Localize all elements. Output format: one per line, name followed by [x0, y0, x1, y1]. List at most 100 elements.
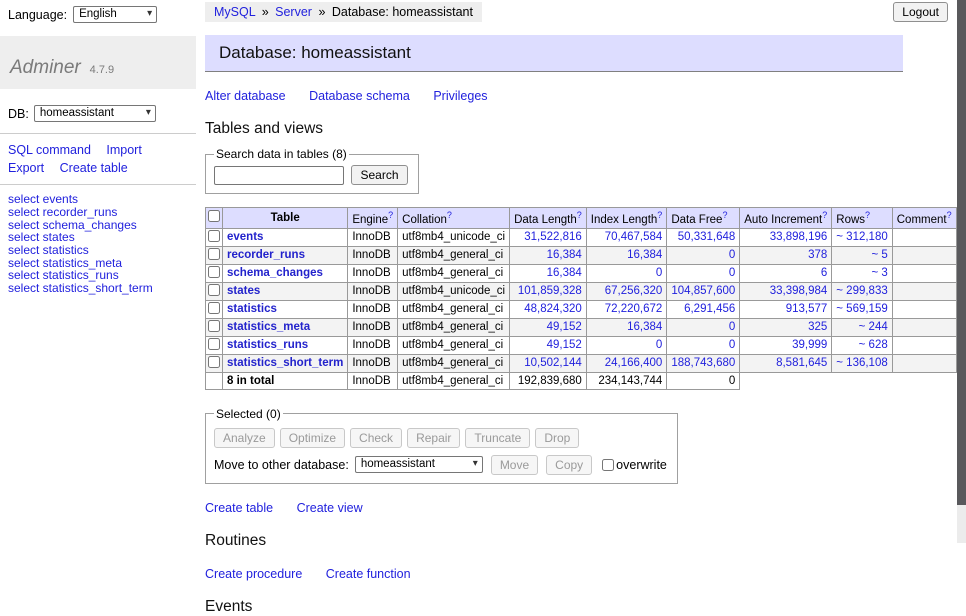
hint-link[interactable]: ? [822, 210, 827, 220]
data-free-link[interactable]: 0 [729, 249, 735, 261]
copy-button[interactable]: Copy [546, 455, 592, 475]
auto-increment-link[interactable]: 33,898,196 [770, 231, 828, 243]
analyze-button[interactable]: Analyze [214, 428, 275, 448]
rows-link[interactable]: ~ 299,833 [836, 285, 887, 297]
data-length-link[interactable]: 16,384 [547, 249, 582, 261]
data-free-link[interactable]: 0 [729, 321, 735, 333]
export-link[interactable]: Export [8, 161, 44, 175]
rows-link[interactable]: ~ 312,180 [836, 231, 887, 243]
data-length-link[interactable]: 49,152 [547, 339, 582, 351]
table-name-link[interactable]: events [227, 231, 263, 243]
sidebar-table-select-link[interactable]: select statistics_short_term [8, 282, 188, 295]
scrollbar-thumb[interactable] [957, 0, 966, 505]
selected-fieldset: Selected (0) AnalyzeOptimizeCheckRepairT… [205, 407, 678, 484]
data-length-link[interactable]: 49,152 [547, 321, 582, 333]
hint-link[interactable]: ? [722, 210, 727, 220]
auto-increment-link[interactable]: 39,999 [792, 339, 827, 351]
row-checkbox[interactable] [208, 320, 220, 332]
table-name-link[interactable]: states [227, 285, 260, 297]
table-name-link[interactable]: recorder_runs [227, 249, 305, 261]
index-length-link[interactable]: 0 [656, 267, 662, 279]
overwrite-checkbox[interactable] [602, 459, 614, 471]
table-name-link[interactable]: statistics [227, 303, 277, 315]
hint-link[interactable]: ? [865, 210, 870, 220]
table-name-link[interactable]: statistics_meta [227, 321, 310, 333]
auto-increment-link[interactable]: 913,577 [786, 303, 828, 315]
import-link[interactable]: Import [106, 143, 141, 157]
data-length-link[interactable]: 101,859,328 [518, 285, 582, 297]
create-view-link[interactable]: Create view [297, 501, 363, 515]
db-select[interactable]: homeassistant ▾ [34, 105, 156, 122]
hint-link[interactable]: ? [657, 210, 662, 220]
index-length-link[interactable]: 16,384 [627, 321, 662, 333]
privileges-link[interactable]: Privileges [433, 89, 487, 103]
index-length-link[interactable]: 24,166,400 [605, 357, 663, 369]
data-free-link[interactable]: 188,743,680 [671, 357, 735, 369]
column-header-comment: Comment? [892, 208, 956, 229]
move-database-select[interactable]: homeassistant ▾ [355, 456, 483, 473]
create-table-link[interactable]: Create table [205, 501, 273, 515]
data-length-link[interactable]: 10,502,144 [524, 357, 582, 369]
auto-increment-link[interactable]: 6 [821, 267, 827, 279]
hint-link[interactable]: ? [577, 210, 582, 220]
data-free-link[interactable]: 104,857,600 [671, 285, 735, 297]
logout-button[interactable]: Logout [893, 2, 948, 22]
create-table-link[interactable]: Create table [60, 161, 128, 175]
drop-button[interactable]: Drop [535, 428, 579, 448]
row-checkbox[interactable] [208, 284, 220, 296]
sidebar-table-select-link[interactable]: select recorder_runs [8, 206, 188, 219]
rows-link[interactable]: ~ 569,159 [836, 303, 887, 315]
rows-link[interactable]: ~ 5 [871, 249, 887, 261]
optimize-button[interactable]: Optimize [280, 428, 345, 448]
index-length-link[interactable]: 16,384 [627, 249, 662, 261]
select-all-checkbox[interactable] [208, 210, 220, 222]
row-checkbox[interactable] [208, 266, 220, 278]
auto-increment-link[interactable]: 325 [808, 321, 827, 333]
index-length-link[interactable]: 67,256,320 [605, 285, 663, 297]
hint-link[interactable]: ? [947, 210, 952, 220]
database-schema-link[interactable]: Database schema [309, 89, 410, 103]
language-select[interactable]: English ▾ [73, 6, 157, 23]
breadcrumb-mysql-link[interactable]: MySQL [214, 5, 255, 19]
data-length-link[interactable]: 16,384 [547, 267, 582, 279]
auto-increment-link[interactable]: 33,398,984 [770, 285, 828, 297]
alter-database-link[interactable]: Alter database [205, 89, 286, 103]
hint-link[interactable]: ? [447, 210, 452, 220]
data-length-link[interactable]: 31,522,816 [524, 231, 582, 243]
data-free-link[interactable]: 6,291,456 [684, 303, 735, 315]
create-procedure-link[interactable]: Create procedure [205, 567, 302, 581]
repair-button[interactable]: Repair [407, 428, 460, 448]
search-input[interactable] [214, 166, 344, 185]
auto-increment-link[interactable]: 378 [808, 249, 827, 261]
index-length-link[interactable]: 70,467,584 [605, 231, 663, 243]
vertical-scrollbar[interactable] [957, 0, 966, 543]
table-name-link[interactable]: schema_changes [227, 267, 323, 279]
data-free-link[interactable]: 0 [729, 267, 735, 279]
create-function-link[interactable]: Create function [326, 567, 411, 581]
index-length-link[interactable]: 72,220,672 [605, 303, 663, 315]
data-free-link[interactable]: 0 [729, 339, 735, 351]
rows-link[interactable]: ~ 136,108 [836, 357, 887, 369]
table-name-link[interactable]: statistics_runs [227, 339, 308, 351]
move-button[interactable]: Move [491, 455, 538, 475]
rows-link[interactable]: ~ 3 [871, 267, 887, 279]
row-checkbox[interactable] [208, 338, 220, 350]
rows-link[interactable]: ~ 244 [859, 321, 888, 333]
truncate-button[interactable]: Truncate [465, 428, 530, 448]
check-button[interactable]: Check [350, 428, 402, 448]
row-checkbox[interactable] [208, 302, 220, 314]
breadcrumb-server-link[interactable]: Server [275, 5, 312, 19]
table-name-link[interactable]: statistics_short_term [227, 357, 343, 369]
rows-link[interactable]: ~ 628 [859, 339, 888, 351]
search-button[interactable]: Search [351, 165, 407, 185]
index-length-link[interactable]: 0 [656, 339, 662, 351]
data-length-link[interactable]: 48,824,320 [524, 303, 582, 315]
auto-increment-link[interactable]: 8,581,645 [776, 357, 827, 369]
data-free-link[interactable]: 50,331,648 [678, 231, 736, 243]
row-checkbox[interactable] [208, 248, 220, 260]
row-checkbox[interactable] [208, 356, 220, 368]
sidebar-table-select-link[interactable]: select statistics [8, 244, 188, 257]
hint-link[interactable]: ? [388, 210, 393, 220]
sql-command-link[interactable]: SQL command [8, 143, 91, 157]
row-checkbox[interactable] [208, 230, 220, 242]
